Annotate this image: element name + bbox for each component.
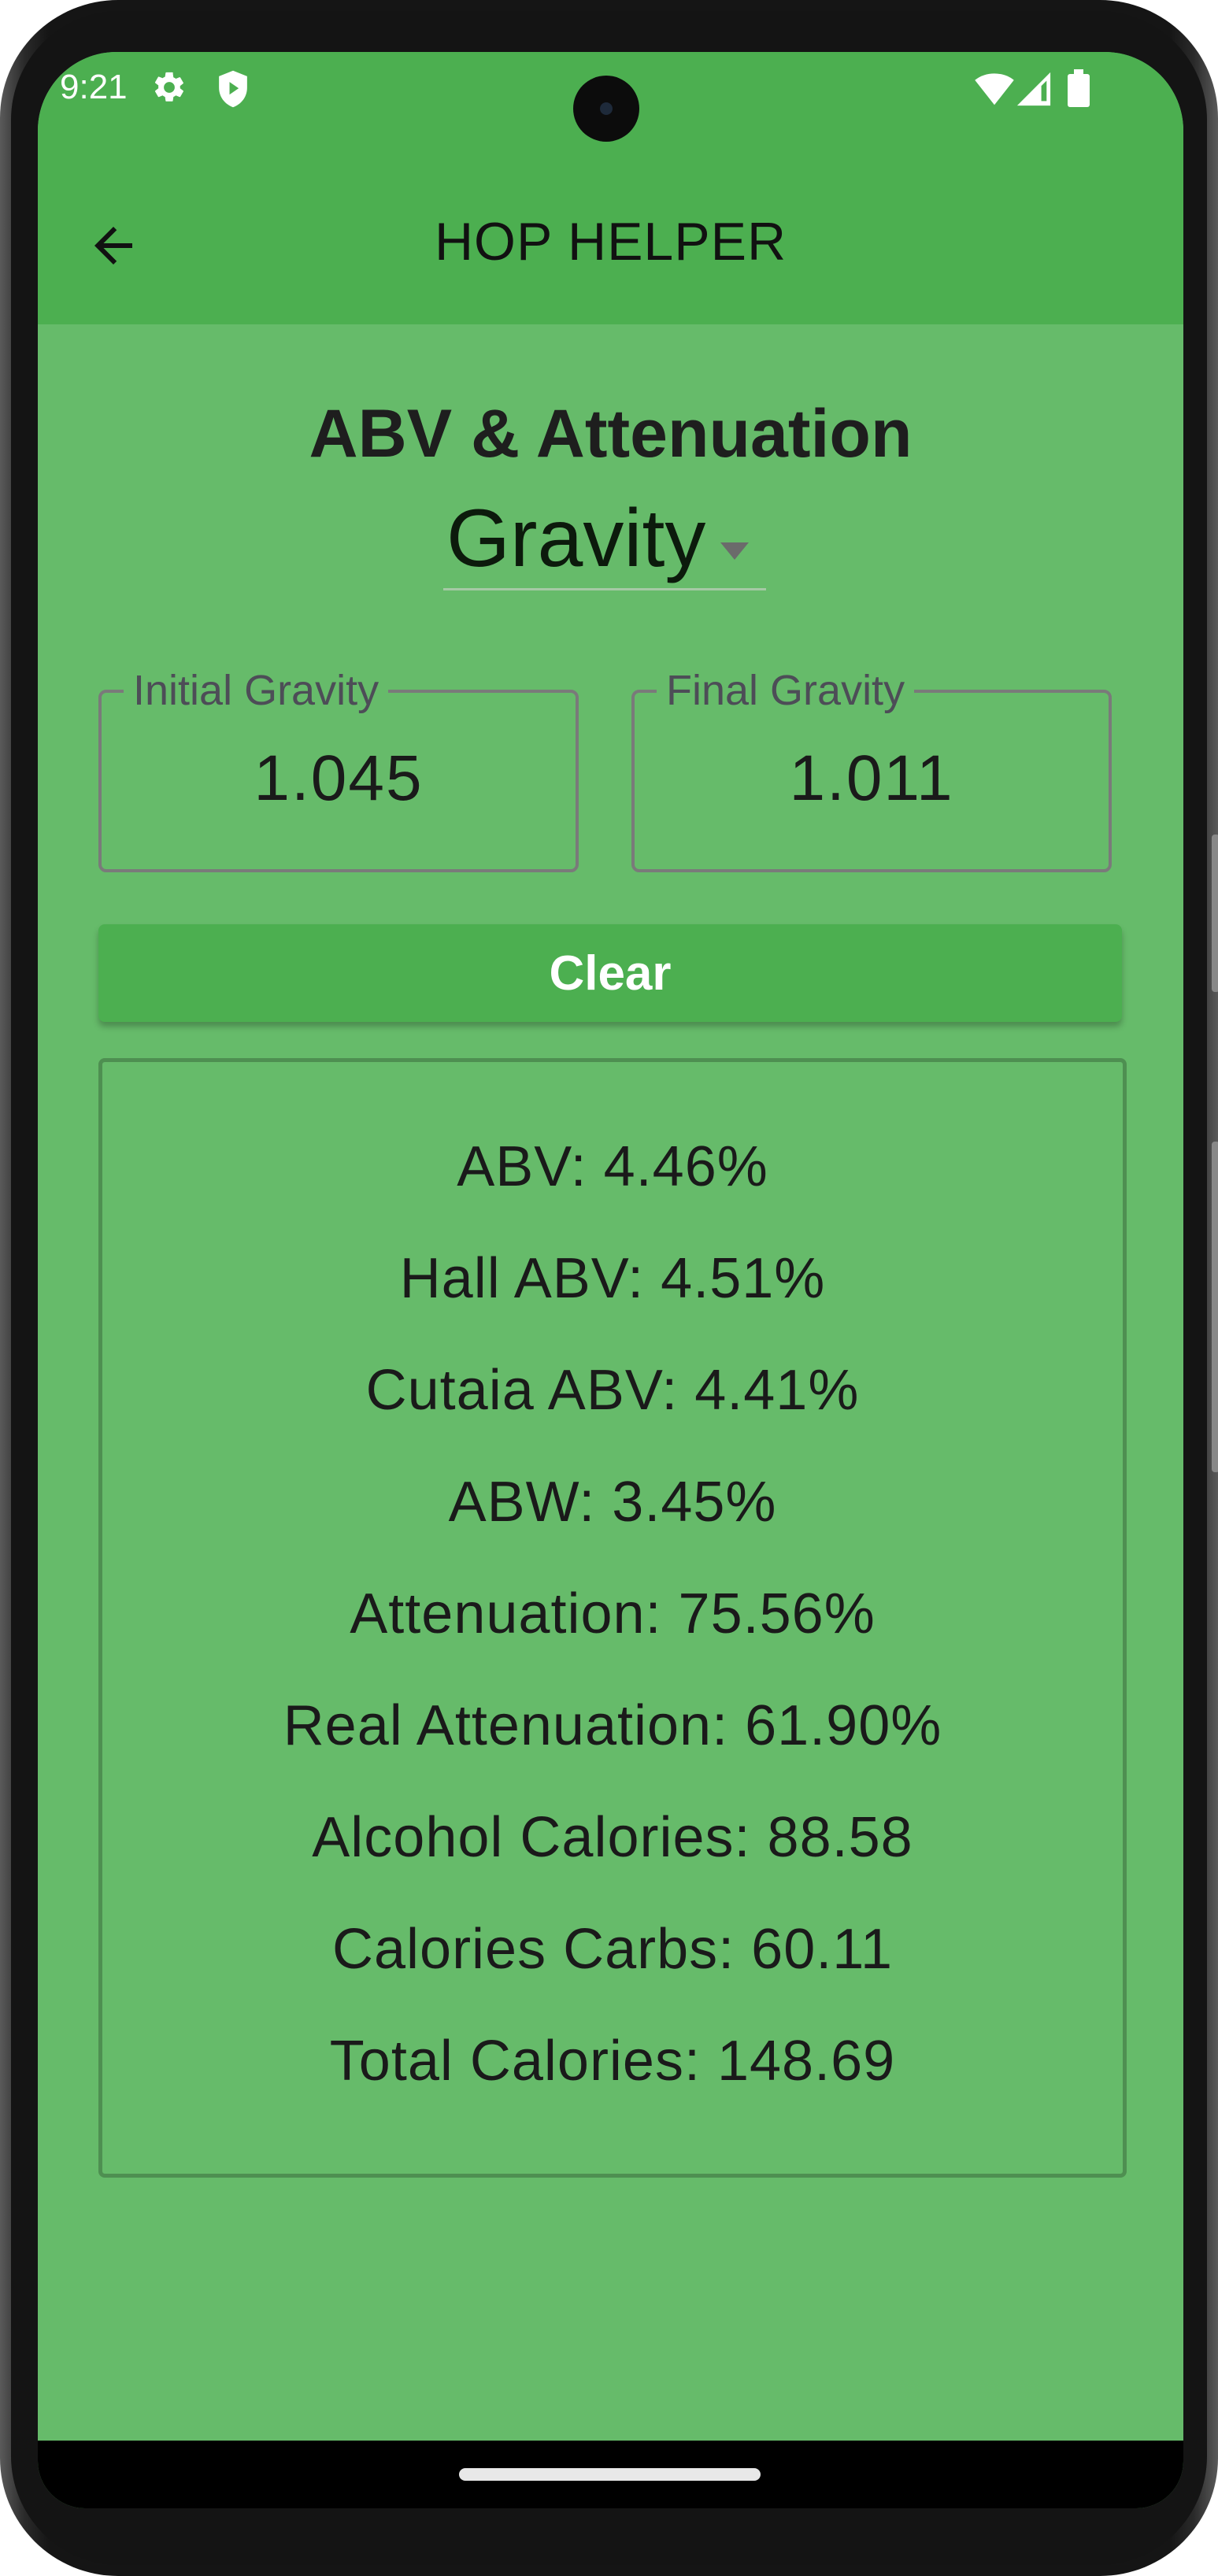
result-calories-carbs: Calories Carbs: 60.11 xyxy=(332,1918,893,1981)
initial-gravity-value[interactable]: 1.045 xyxy=(102,742,576,816)
status-time: 9:21 xyxy=(60,68,128,106)
result-cutaia-abv: Cutaia ABV: 4.41% xyxy=(365,1359,860,1422)
final-gravity-value[interactable]: 1.011 xyxy=(635,742,1109,816)
wifi-icon xyxy=(973,71,1016,111)
page-title: ABV & Attenuation xyxy=(309,396,913,472)
gear-icon xyxy=(151,69,187,109)
cellular-signal-icon xyxy=(1016,71,1052,111)
volume-button xyxy=(1212,835,1218,992)
final-gravity-label: Final Gravity xyxy=(657,666,915,715)
home-indicator[interactable] xyxy=(459,2468,761,2481)
battery-icon xyxy=(1068,69,1090,111)
result-real-attenuation: Real Attenuation: 61.90% xyxy=(283,1694,942,1757)
front-camera xyxy=(573,76,639,142)
clear-button[interactable]: Clear xyxy=(98,924,1122,1022)
power-button xyxy=(1212,1142,1218,1472)
result-total-calories: Total Calories: 148.69 xyxy=(329,2030,896,2093)
device-frame: 9:21 HOP HELPER ABV & Attenuation Gravit… xyxy=(0,0,1218,2576)
shield-play-icon xyxy=(216,69,250,113)
result-abv: ABV: 4.46% xyxy=(457,1135,768,1198)
caret-down-icon xyxy=(720,542,749,560)
mode-dropdown-value: Gravity xyxy=(446,493,706,584)
result-hall-abv: Hall ABV: 4.51% xyxy=(399,1247,826,1310)
final-gravity-field[interactable]: Final Gravity 1.011 xyxy=(631,666,1112,872)
screen: 9:21 HOP HELPER ABV & Attenuation Gravit… xyxy=(38,52,1183,2508)
abv-calculator: ABV & Attenuation Gravity Initial Gravit… xyxy=(38,324,1183,2497)
app-bar: HOP HELPER xyxy=(38,170,1183,324)
result-attenuation: Attenuation: 75.56% xyxy=(350,1582,876,1645)
result-alcohol-calories: Alcohol Calories: 88.58 xyxy=(312,1806,913,1869)
initial-gravity-field[interactable]: Initial Gravity 1.045 xyxy=(98,666,579,872)
result-abw: ABW: 3.45% xyxy=(448,1471,777,1534)
mode-dropdown[interactable]: Gravity xyxy=(443,486,766,590)
navigation-bar xyxy=(38,2441,1183,2508)
initial-gravity-label: Initial Gravity xyxy=(124,666,389,715)
results-panel: ABV: 4.46% Hall ABV: 4.51% Cutaia ABV: 4… xyxy=(98,1058,1127,2178)
app-title: HOP HELPER xyxy=(434,212,787,272)
status-bar: 9:21 xyxy=(38,52,1183,170)
